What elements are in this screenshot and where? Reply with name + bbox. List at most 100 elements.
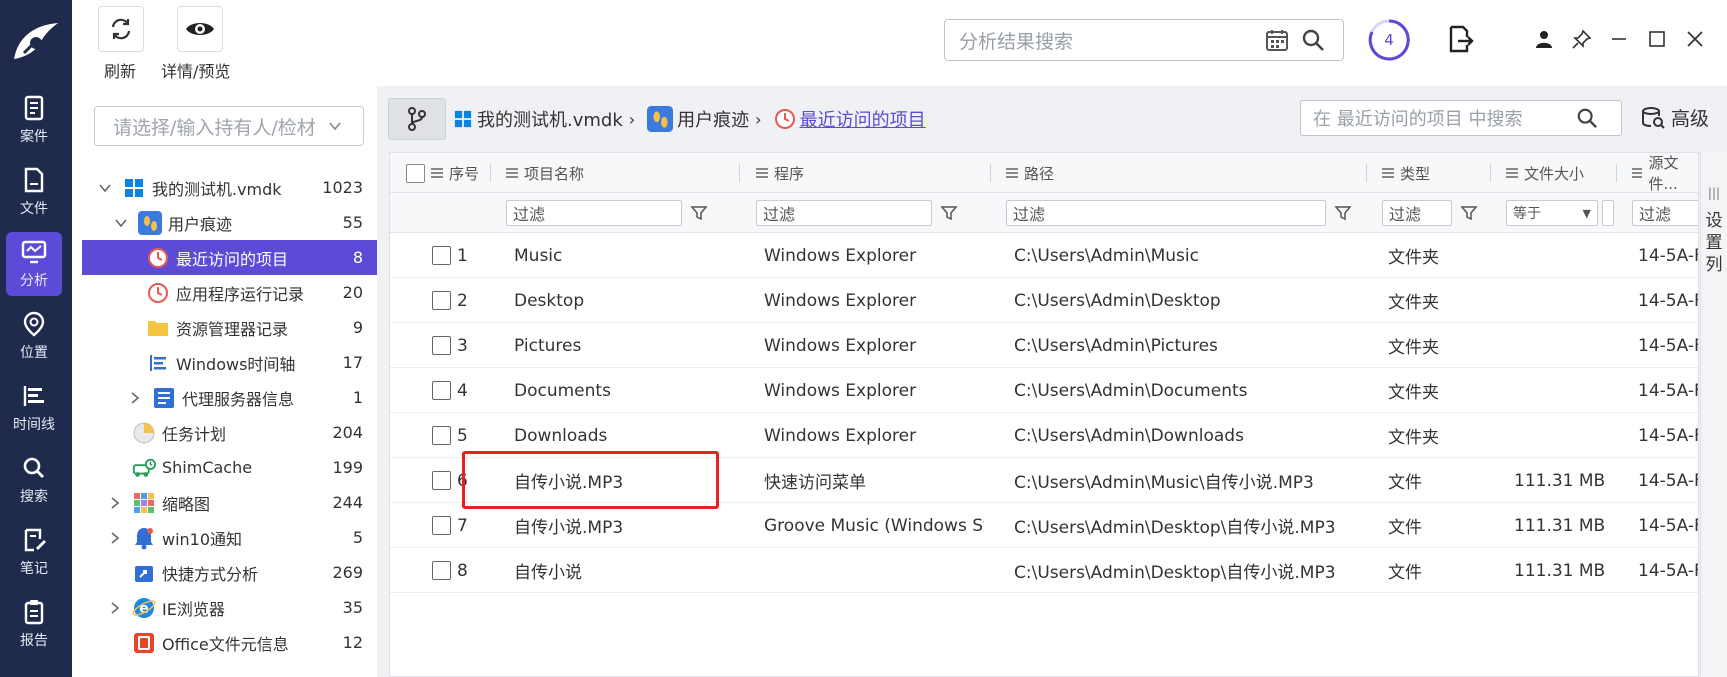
header-index[interactable]: 序号 (449, 163, 479, 184)
maximize-button[interactable] (1642, 24, 1672, 54)
nav-item-case[interactable]: 案件 (6, 88, 62, 152)
tree-item-explorer-records[interactable]: 资源管理器记录 9 (82, 310, 377, 345)
nav-item-timeline[interactable]: 时间线 (6, 376, 62, 440)
column-menu-icon[interactable] (431, 168, 443, 178)
breadcrumb-root[interactable]: 我的测试机.vmdk › (454, 106, 641, 132)
user-button[interactable] (1529, 24, 1559, 54)
column-resize-handle[interactable] (1616, 164, 1617, 182)
header-name-cell[interactable]: 项目名称 (506, 153, 584, 193)
row-checkbox[interactable] (432, 561, 451, 580)
column-resize-handle[interactable] (990, 164, 991, 182)
result-search-box[interactable]: 分析结果搜索 (944, 19, 1344, 61)
holder-select-input[interactable]: 请选择/输入持有人/检材 (94, 106, 364, 146)
size-operator-select[interactable]: 等于 ▼ (1506, 200, 1598, 226)
column-resize-handle[interactable] (739, 164, 740, 182)
tree-item-shortcut-analysis[interactable]: 快捷方式分析 269 (82, 555, 377, 590)
column-menu-icon[interactable] (1382, 168, 1394, 178)
nav-item-location[interactable]: 位置 (6, 304, 62, 368)
header-source-cell[interactable]: 源文件... (1632, 153, 1698, 193)
search-icon[interactable] (1576, 107, 1598, 129)
table-row[interactable]: 8 自传小说 C:\Users\Admin\Desktop\自传小说.MP3 文… (390, 548, 1698, 593)
breadcrumb-mid[interactable]: 用户痕迹 › (647, 106, 767, 132)
nav-item-notes[interactable]: 笔记 (6, 520, 62, 584)
table-row[interactable]: 1 Music Windows Explorer C:\Users\Admin\… (390, 233, 1698, 278)
filter-path-input[interactable]: 过滤 (1006, 200, 1326, 226)
nav-item-analysis[interactable]: 分析 (6, 232, 62, 296)
filter-name-input[interactable]: 过滤 (506, 200, 682, 226)
table-row[interactable]: 2 Desktop Windows Explorer C:\Users\Admi… (390, 278, 1698, 323)
breadcrumb-current[interactable]: 最近访问的项目 (774, 106, 926, 132)
tree-item-proxy-info[interactable]: 代理服务器信息 1 (82, 380, 377, 415)
row-checkbox[interactable] (432, 381, 451, 400)
nav-item-report[interactable]: 报告 (6, 592, 62, 656)
column-menu-icon[interactable] (1506, 168, 1518, 178)
header-size-cell[interactable]: 文件大小 (1506, 153, 1584, 193)
table-row[interactable]: 4 Documents Windows Explorer C:\Users\Ad… (390, 368, 1698, 413)
column-resize-handle[interactable] (490, 164, 491, 182)
refresh-button[interactable] (98, 6, 144, 52)
filter-icon[interactable] (940, 204, 958, 222)
pie-clock-icon (132, 421, 156, 445)
table-row[interactable]: 7 自传小说.MP3 Groove Music (Windows St... C… (390, 503, 1698, 548)
header-path-cell[interactable]: 路径 (1006, 153, 1054, 193)
nav-item-search[interactable]: 搜索 (6, 448, 62, 512)
chevron-right-icon[interactable] (108, 601, 122, 615)
table-row[interactable]: 3 Pictures Windows Explorer C:\Users\Adm… (390, 323, 1698, 368)
row-checkbox[interactable] (432, 426, 451, 445)
filter-program-input[interactable]: 过滤 (756, 200, 932, 226)
chevron-right-icon[interactable] (108, 496, 122, 510)
row-checkbox[interactable] (432, 516, 451, 535)
tree-count: 17 (342, 353, 363, 372)
advanced-search-button[interactable]: 高级 (1641, 104, 1709, 131)
tree-item-scheduled-tasks[interactable]: 任务计划 204 (82, 415, 377, 450)
row-checkbox[interactable] (432, 291, 451, 310)
column-menu-icon[interactable] (756, 168, 768, 178)
tree-item-shimcache[interactable]: ShimCache 199 (82, 450, 377, 485)
row-checkbox[interactable] (432, 246, 451, 265)
branch-toggle-button[interactable] (388, 98, 446, 140)
tree-item-office-meta[interactable]: Office文件元信息 12 (82, 625, 377, 660)
tree-item-app-run-records[interactable]: 应用程序运行记录 20 (82, 275, 377, 310)
tree-item-recent-items[interactable]: 最近访问的项目 8 (82, 240, 377, 275)
set-columns-button[interactable]: ||| 设 置 列 (1700, 152, 1727, 677)
tree-item-windows-timeline[interactable]: Windows时间轴 17 (82, 345, 377, 380)
filter-placeholder: 过滤 (1639, 205, 1672, 224)
column-resize-handle[interactable] (1366, 164, 1367, 182)
calendar-icon[interactable] (1265, 28, 1289, 52)
tree-item-win10-notifications[interactable]: win10通知 5 (82, 520, 377, 555)
row-checkbox[interactable] (432, 336, 451, 355)
close-button[interactable] (1680, 24, 1710, 54)
minimize-button[interactable] (1604, 24, 1634, 54)
filter-icon[interactable] (1334, 204, 1352, 222)
chevron-right-icon[interactable] (128, 391, 142, 405)
pin-button[interactable] (1567, 24, 1597, 54)
select-all-checkbox[interactable] (406, 163, 425, 183)
filter-icon[interactable] (690, 204, 708, 222)
tree-item-ie-browser[interactable]: e IE浏览器 35 (82, 590, 377, 625)
row-checkbox[interactable] (432, 471, 451, 490)
filter-type-input[interactable]: 过滤 (1382, 200, 1452, 226)
filter-source-input[interactable]: 过滤 (1632, 200, 1698, 226)
detail-preview-button[interactable] (177, 6, 223, 52)
nav-item-file[interactable]: 文件 (6, 160, 62, 224)
search-icon[interactable] (1301, 28, 1325, 52)
filter-size-input[interactable] (1602, 200, 1614, 226)
header-program-cell[interactable]: 程序 (756, 153, 804, 193)
header-type-cell[interactable]: 类型 (1382, 153, 1430, 193)
export-button[interactable] (1446, 24, 1476, 54)
scoped-search-input[interactable]: 在 最近访问的项目 中搜索 (1313, 105, 1568, 131)
chevron-down-icon[interactable] (98, 181, 112, 195)
tree-item-disk[interactable]: 我的测试机.vmdk 1023 (82, 170, 377, 205)
column-menu-icon[interactable] (1632, 168, 1643, 178)
filter-icon[interactable] (1460, 204, 1478, 222)
column-resize-handle[interactable] (1490, 164, 1491, 182)
task-progress-badge[interactable]: 4 (1367, 18, 1411, 62)
chevron-down-icon[interactable] (114, 216, 128, 230)
tree-item-thumbnails[interactable]: 缩略图 244 (82, 485, 377, 520)
scoped-search-box[interactable]: 在 最近访问的项目 中搜索 (1300, 100, 1622, 136)
chevron-right-icon[interactable] (108, 531, 122, 545)
column-menu-icon[interactable] (1006, 168, 1018, 178)
tree-item-user-traces[interactable]: 用户痕迹 55 (82, 205, 377, 240)
result-search-input[interactable]: 分析结果搜索 (959, 27, 1265, 54)
column-menu-icon[interactable] (506, 168, 518, 178)
